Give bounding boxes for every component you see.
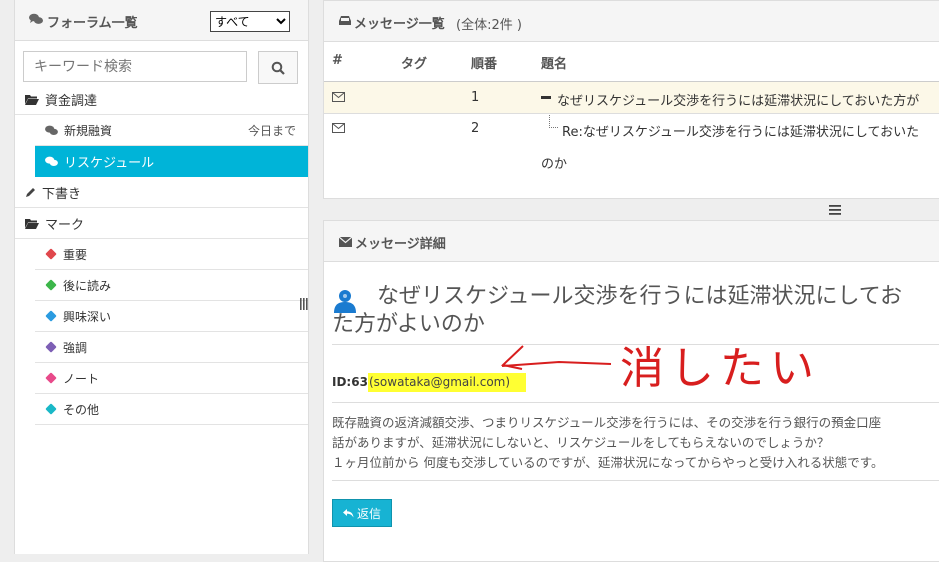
sidebar-header: フォーラム一覧 すべて: [15, 0, 308, 41]
tag-icon: [45, 403, 57, 415]
horizontal-resize-handle[interactable]: [829, 204, 841, 215]
sidebar-item-reschedule[interactable]: リスケジュール: [35, 146, 308, 177]
tag-icon: [45, 341, 57, 353]
sidebar-item-funding[interactable]: 資金調達: [15, 84, 308, 115]
vertical-resize-handle[interactable]: [300, 298, 308, 310]
sidebar-title: フォーラム一覧: [47, 16, 138, 31]
sidebar-item-label: 下書き: [42, 186, 82, 202]
comments-icon: [29, 13, 43, 29]
envelope-icon: [338, 236, 353, 251]
mark-item-label: 興味深い: [63, 309, 112, 324]
mark-item-label: 重要: [63, 247, 88, 262]
row-subject[interactable]: Re:なぜリスケジュール交渉を行うには延滞状況にしておいた: [562, 121, 919, 140]
deadline-text: 今日まで: [247, 123, 296, 138]
message-body: 既存融資の返済減額交渉、つまりリスケジュール交渉を行うには、その交渉を行う銀行の…: [332, 415, 884, 470]
pencil-icon: [25, 187, 36, 198]
envelope-icon: [332, 122, 345, 137]
column-header-order[interactable]: 順番: [471, 53, 497, 72]
tag-icon: [45, 248, 57, 260]
message-detail-header: メッセージ詳細: [324, 221, 939, 262]
mark-item-label: 後に読み: [63, 278, 112, 293]
message-list-header: メッセージ一覧 (全体:2件 ): [324, 1, 939, 42]
row-subject[interactable]: なぜリスケジュール交渉を行うには延滞状況にしておいた方が: [557, 90, 919, 109]
mark-item-interesting[interactable]: 興味深い: [35, 301, 308, 332]
message-list-title: メッセージ一覧: [354, 17, 445, 32]
folder-open-icon: [25, 94, 39, 105]
row-order: 1: [471, 90, 480, 105]
message-list-panel: メッセージ一覧 (全体:2件 ) # タグ 順番 題名 1 なぜリスケジュール交…: [323, 0, 939, 199]
comments-icon: [45, 125, 58, 136]
divider: [332, 402, 939, 403]
message-subject: なぜリスケジュール交渉を行うには延滞状況にしてお た方がよいのか: [332, 284, 903, 337]
search-icon: [271, 61, 285, 75]
message-detail-panel: メッセージ詳細 なぜリスケジュール交渉を行うには延滞状況にしてお た方がよいのか…: [323, 220, 939, 562]
sidebar-item-drafts[interactable]: 下書き: [15, 177, 308, 208]
mark-item-label: ノート: [63, 371, 100, 386]
mark-item-emphasis[interactable]: 強調: [35, 332, 308, 363]
mark-item-important[interactable]: 重要: [35, 239, 308, 270]
mark-item-label: その他: [63, 402, 100, 417]
sidebar-item-label: 新規融資: [64, 123, 113, 138]
message-id: ID:63: [332, 375, 368, 389]
mark-item-read-later[interactable]: 後に読み: [35, 270, 308, 301]
arrow-annotation: [500, 345, 612, 370]
keyword-search-input[interactable]: [23, 51, 247, 82]
row-order: 2: [471, 121, 480, 136]
search-button[interactable]: [258, 51, 298, 84]
tag-icon: [45, 372, 57, 384]
reply-button[interactable]: 返信: [332, 499, 392, 527]
column-header-number[interactable]: #: [332, 53, 343, 68]
message-count: (全体:2件 ): [456, 18, 522, 33]
reply-icon: [342, 508, 354, 518]
mark-item-label: 強調: [63, 340, 88, 355]
divider: [332, 480, 939, 481]
folder-open-icon: [25, 218, 39, 229]
sidebar-item-label: リスケジュール: [64, 156, 155, 171]
handwritten-annotation: 消したい: [620, 343, 820, 394]
forum-filter-select[interactable]: すべて: [210, 11, 290, 32]
column-header-subject[interactable]: 題名: [541, 53, 567, 72]
envelope-icon: [332, 91, 345, 106]
table-row[interactable]: 1 なぜリスケジュール交渉を行うには延滞状況にしておいた方が: [324, 82, 939, 114]
sidebar-item-label: マーク: [45, 217, 85, 233]
table-row[interactable]: 2 Re:なぜリスケジュール交渉を行うには延滞状況にしておいた のか: [324, 113, 939, 198]
thread-connector: [549, 115, 558, 128]
inbox-icon: [339, 15, 351, 30]
column-header-tag[interactable]: タグ: [401, 53, 427, 72]
comments-icon: [45, 156, 58, 167]
reply-label: 返信: [356, 506, 381, 521]
tag-icon: [45, 310, 57, 322]
sidebar-item-label: 資金調達: [45, 93, 98, 109]
message-detail-title: メッセージ詳細: [355, 237, 446, 252]
mark-item-note[interactable]: ノート: [35, 363, 308, 394]
forum-sidebar: フォーラム一覧 すべて 資金調達 新規融資 今日まで リスケジュール 下書き マ…: [14, 0, 309, 554]
tag-icon: [45, 279, 57, 291]
minus-icon: [541, 96, 551, 99]
mark-item-other[interactable]: その他: [35, 394, 308, 425]
sidebar-item-marks[interactable]: マーク: [15, 208, 308, 239]
row-subject-continuation: のか: [541, 157, 568, 172]
sidebar-item-new-loan[interactable]: 新規融資 今日まで: [35, 115, 308, 146]
author-email: (sowataka@gmail.com): [368, 373, 527, 392]
